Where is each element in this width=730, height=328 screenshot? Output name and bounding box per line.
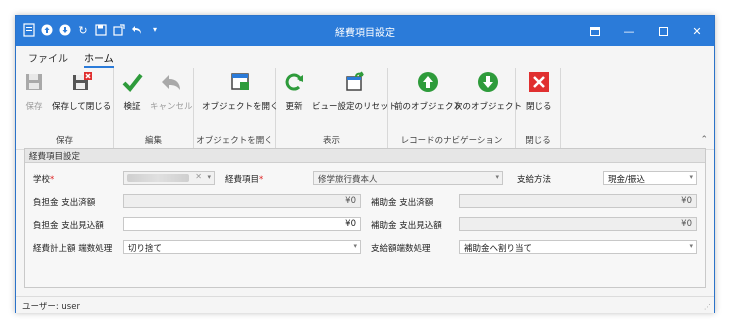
expense-item-select[interactable]: 修学旅行費本人 ▾ bbox=[313, 171, 503, 185]
school-select[interactable]: ✕ ▾ bbox=[123, 171, 215, 185]
subsidy-spent-label: 補助金 支出済額 bbox=[371, 198, 434, 208]
redacted-value bbox=[127, 174, 189, 182]
menu-home[interactable]: ホーム bbox=[84, 50, 114, 68]
refresh-button[interactable]: 更新 bbox=[282, 70, 306, 112]
open-object-button[interactable]: オブジェクトを開く bbox=[202, 70, 279, 112]
save-icon bbox=[22, 70, 46, 94]
close-icon[interactable]: ✕ bbox=[680, 16, 714, 46]
ribbon-group-edit: 検証 キャンセル 編集 bbox=[114, 68, 194, 150]
expense-item-label: 経費項目* bbox=[225, 175, 264, 185]
arrow-down-icon bbox=[476, 70, 500, 94]
close-button[interactable]: 閉じる bbox=[526, 70, 552, 112]
ribbon-group-open: オブジェクトを開く オブジェクトを開く bbox=[194, 68, 279, 150]
ribbon: 保存 保存して閉じる 保存 検証 キャンセル 編集 オブジェクトを開く オブジェ… bbox=[16, 68, 714, 150]
chevron-down-icon[interactable]: ▾ bbox=[689, 242, 693, 250]
burden-spent-label: 負担金 支出済額 bbox=[33, 198, 96, 208]
clear-icon[interactable]: ✕ bbox=[195, 172, 202, 181]
ribbon-group-label: レコードのナビゲーション bbox=[400, 136, 503, 146]
ribbon-display-icon[interactable] bbox=[578, 16, 612, 46]
open-window-icon bbox=[228, 70, 252, 94]
ribbon-group-label: 保存 bbox=[55, 136, 73, 146]
status-bar: ユーザー: user ⋰ bbox=[16, 296, 714, 313]
ribbon-group-navigation: 前のオブジェクト 次のオブジェクト レコードのナビゲーション bbox=[388, 68, 522, 150]
ribbon-group-close: 閉じる 閉じる bbox=[516, 68, 561, 150]
chevron-down-icon[interactable]: ▾ bbox=[353, 242, 357, 250]
resize-grip-icon[interactable]: ⋰ bbox=[704, 303, 711, 311]
arrow-up-icon bbox=[416, 70, 440, 94]
reset-view-button[interactable]: ビュー設定のリセット bbox=[312, 70, 397, 112]
panel-header: 経費項目設定 bbox=[25, 149, 705, 163]
reset-view-icon bbox=[343, 70, 367, 94]
payment-rounding-select[interactable]: 補助金へ割り当て ▾ bbox=[459, 240, 697, 254]
collapse-ribbon-icon[interactable]: ⌃ bbox=[700, 135, 708, 145]
subsidy-forecast-label: 補助金 支出見込額 bbox=[371, 221, 442, 231]
next-object-button[interactable]: 次のオブジェクト bbox=[454, 70, 522, 112]
payment-method-select[interactable]: 現金/振込 ▾ bbox=[603, 171, 697, 185]
expense-settings-panel: 経費項目設定 学校* ✕ ▾ 経費項目* 修学旅行費本人 ▾ 支給方法 現金/振… bbox=[24, 148, 706, 288]
app-window: ↻ ▾ 経費項目設定 — ✕ ファイル ホーム 保存 保存して閉じる 保存 検証… bbox=[15, 15, 715, 313]
prev-object-button[interactable]: 前のオブジェクト bbox=[394, 70, 462, 112]
subsidy-spent-field: ¥0 bbox=[459, 194, 697, 208]
title-bar: ↻ ▾ 経費項目設定 — ✕ bbox=[16, 16, 714, 46]
chevron-down-icon[interactable]: ▾ bbox=[207, 173, 211, 181]
burden-spent-field: ¥0 bbox=[123, 194, 361, 208]
window-controls: — ✕ bbox=[578, 16, 714, 46]
menu-bar: ファイル ホーム bbox=[16, 46, 714, 68]
minimize-icon[interactable]: — bbox=[612, 16, 646, 46]
ribbon-group-label: 閉じる bbox=[525, 136, 551, 146]
ribbon-group-save: 保存 保存して閉じる 保存 bbox=[16, 68, 114, 150]
subsidy-forecast-field: ¥0 bbox=[459, 217, 697, 231]
ribbon-group-view: 更新 ビュー設定のリセット 表示 bbox=[276, 68, 397, 150]
verify-button[interactable]: 検証 bbox=[120, 70, 144, 112]
school-label: 学校* bbox=[33, 175, 55, 185]
payment-rounding-label: 支給額端数処理 bbox=[371, 244, 431, 254]
close-icon bbox=[527, 70, 551, 94]
chevron-down-icon[interactable]: ▾ bbox=[495, 173, 499, 181]
save-close-icon bbox=[70, 70, 94, 94]
save-close-button[interactable]: 保存して閉じる bbox=[52, 70, 111, 112]
ribbon-group-label: オブジェクトを開く bbox=[196, 136, 273, 146]
menu-file[interactable]: ファイル bbox=[28, 50, 68, 65]
rounding-label: 経費計上額 端数処理 bbox=[33, 244, 113, 254]
burden-forecast-field[interactable]: ¥0 bbox=[123, 217, 361, 231]
rounding-select[interactable]: 切り捨て ▾ bbox=[123, 240, 361, 254]
refresh-icon bbox=[282, 70, 306, 94]
payment-method-label: 支給方法 bbox=[517, 175, 552, 185]
ribbon-group-label: 表示 bbox=[322, 136, 340, 146]
maximize-icon[interactable] bbox=[646, 16, 680, 46]
undo-icon bbox=[159, 70, 183, 94]
burden-forecast-label: 負担金 支出見込額 bbox=[33, 221, 104, 231]
save-button[interactable]: 保存 bbox=[22, 70, 46, 112]
user-status: ユーザー: user bbox=[22, 302, 80, 312]
cancel-button[interactable]: キャンセル bbox=[150, 70, 193, 112]
ribbon-group-label: 編集 bbox=[144, 136, 162, 146]
chevron-down-icon[interactable]: ▾ bbox=[689, 173, 693, 181]
checkmark-icon bbox=[120, 70, 144, 94]
